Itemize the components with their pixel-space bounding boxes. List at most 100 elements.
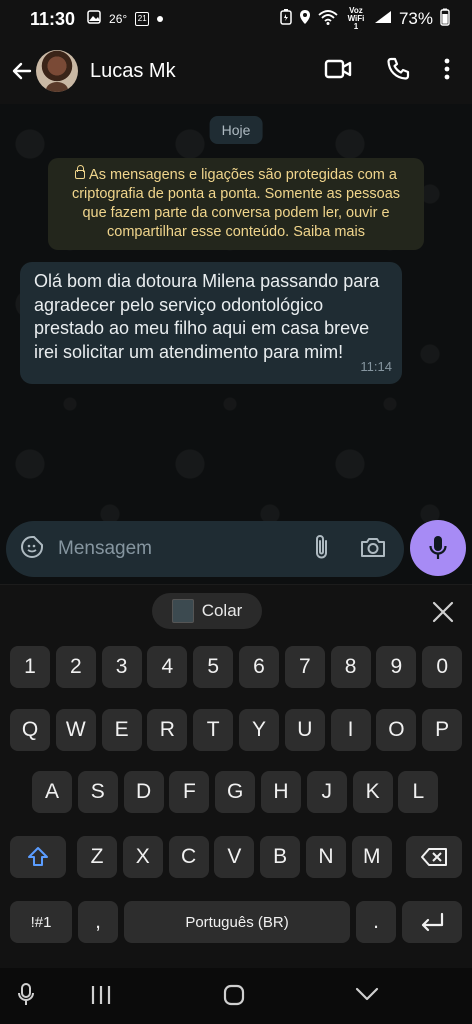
calendar-icon: 21 xyxy=(135,12,150,26)
keyboard: Colar 1234567890 QWERTYUIOP ASDFGHJKL ZX… xyxy=(0,584,472,968)
avatar[interactable] xyxy=(36,50,78,92)
key-e[interactable]: E xyxy=(101,709,142,751)
voice-call-button[interactable] xyxy=(386,57,410,86)
message-time: 11:14 xyxy=(360,358,392,374)
key-q[interactable]: Q xyxy=(10,709,50,751)
location-icon xyxy=(299,9,311,30)
key-5[interactable]: 5 xyxy=(193,646,234,688)
key-n[interactable]: N xyxy=(306,836,346,878)
key-x[interactable]: X xyxy=(122,836,163,878)
close-suggestions-button[interactable] xyxy=(428,597,458,627)
comma-key[interactable]: , xyxy=(78,901,118,943)
lock-icon xyxy=(75,165,86,179)
key-2[interactable]: 2 xyxy=(55,646,96,688)
key-4[interactable]: 4 xyxy=(147,646,188,688)
key-i[interactable]: I xyxy=(330,709,371,751)
microphone-icon xyxy=(429,536,447,559)
key-z[interactable]: Z xyxy=(77,836,117,878)
voice-message-button[interactable] xyxy=(410,520,466,576)
paperclip-icon xyxy=(316,534,327,558)
more-vert-icon xyxy=(444,58,450,79)
key-c[interactable]: C xyxy=(168,836,209,878)
close-icon xyxy=(432,601,454,623)
key-6[interactable]: 6 xyxy=(239,646,279,688)
key-w[interactable]: W xyxy=(55,709,96,751)
key-a[interactable]: A xyxy=(32,771,72,813)
key-8[interactable]: 8 xyxy=(330,646,371,688)
period-key[interactable]: . xyxy=(356,901,396,943)
encryption-notice[interactable]: As mensagens e ligações são protegidas c… xyxy=(48,158,424,250)
clipboard-thumbnail xyxy=(171,599,194,623)
key-k[interactable]: K xyxy=(352,771,393,813)
message-text: Olá bom dia dotoura Milena passando para… xyxy=(34,271,380,362)
status-time: 11:30 xyxy=(30,8,76,29)
paste-chip[interactable]: Colar xyxy=(152,593,262,629)
recent-apps-icon xyxy=(91,986,111,1004)
key-r[interactable]: R xyxy=(147,709,188,751)
key-7[interactable]: 7 xyxy=(284,646,325,688)
backspace-icon xyxy=(421,848,447,866)
key-m[interactable]: M xyxy=(351,836,392,878)
key-l[interactable]: L xyxy=(398,771,439,813)
enter-key[interactable] xyxy=(402,901,462,943)
battery-saver-icon xyxy=(280,8,292,30)
camera-button[interactable] xyxy=(360,536,386,563)
video-call-icon xyxy=(324,59,352,78)
hide-keyboard-button[interactable] xyxy=(355,987,379,1006)
contact-name[interactable]: Lucas Mk xyxy=(90,60,176,83)
space-key[interactable]: Português (BR) xyxy=(124,901,350,943)
recent-apps-button[interactable] xyxy=(90,985,112,1010)
suggestion-bar: Colar xyxy=(0,584,472,636)
key-j[interactable]: J xyxy=(306,771,347,813)
key-0[interactable]: 0 xyxy=(422,646,463,688)
composer: Mensagem xyxy=(0,516,472,582)
phone-icon xyxy=(387,57,410,80)
sticker-icon xyxy=(21,535,43,558)
video-call-button[interactable] xyxy=(324,58,352,85)
notification-dot-icon xyxy=(157,16,164,22)
battery-percent: 73% xyxy=(398,9,433,28)
symbols-key[interactable]: !#1 xyxy=(10,901,72,943)
key-v[interactable]: V xyxy=(214,836,255,878)
more-options-button[interactable] xyxy=(444,58,450,85)
chat-area[interactable]: Hoje As mensagens e ligações são protegi… xyxy=(0,104,472,584)
key-g[interactable]: G xyxy=(215,771,256,813)
emoji-button[interactable] xyxy=(20,535,44,564)
enter-icon xyxy=(421,912,444,932)
message-input[interactable]: Mensagem xyxy=(6,521,404,577)
temperature: 26° xyxy=(109,12,128,26)
key-t[interactable]: T xyxy=(193,709,234,751)
microphone-icon xyxy=(18,983,34,1005)
home-button[interactable] xyxy=(223,984,245,1011)
message-placeholder: Mensagem xyxy=(58,538,152,559)
backspace-key[interactable] xyxy=(406,836,462,878)
shift-key[interactable] xyxy=(10,836,66,878)
key-s[interactable]: S xyxy=(77,771,118,813)
battery-icon xyxy=(440,8,450,31)
wifi-icon xyxy=(318,9,338,30)
chevron-down-icon xyxy=(355,987,379,1001)
voice-input-button[interactable] xyxy=(16,982,36,1013)
key-b[interactable]: B xyxy=(260,836,301,878)
key-f[interactable]: F xyxy=(169,771,210,813)
attach-button[interactable] xyxy=(314,534,330,565)
shift-icon xyxy=(28,847,48,866)
volte-label: Voz WiFi 1 xyxy=(347,6,365,31)
signal-icon xyxy=(374,9,392,29)
key-o[interactable]: O xyxy=(376,709,417,751)
key-3[interactable]: 3 xyxy=(101,646,142,688)
key-p[interactable]: P xyxy=(422,709,463,751)
key-9[interactable]: 9 xyxy=(376,646,417,688)
key-u[interactable]: U xyxy=(284,709,325,751)
navigation-bar xyxy=(0,968,472,1024)
gallery-icon xyxy=(87,9,101,29)
date-chip: Hoje xyxy=(209,116,263,144)
key-d[interactable]: D xyxy=(123,771,164,813)
camera-icon xyxy=(361,537,385,557)
status-bar: 11:30 26° 21 Voz WiFi 1 73% xyxy=(0,0,472,38)
key-h[interactable]: H xyxy=(261,771,301,813)
key-1[interactable]: 1 xyxy=(10,646,50,688)
message-bubble[interactable]: Olá bom dia dotoura Milena passando para… xyxy=(20,262,402,384)
key-y[interactable]: Y xyxy=(239,709,279,751)
back-arrow-icon xyxy=(12,62,32,80)
